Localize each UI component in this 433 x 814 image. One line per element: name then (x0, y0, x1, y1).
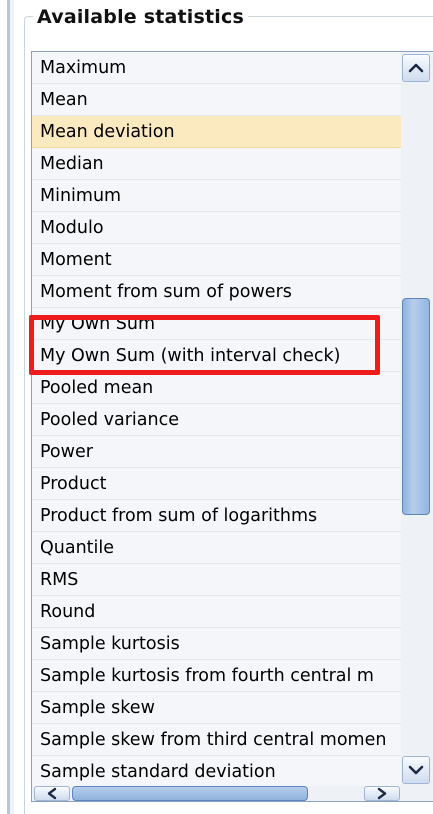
list-item[interactable]: Minimum (32, 180, 402, 212)
window-left-edge (0, 0, 14, 814)
list-item[interactable]: Quantile (32, 532, 402, 564)
list-item[interactable]: Pooled variance (32, 404, 402, 436)
chevron-down-icon (408, 765, 424, 775)
list-item[interactable]: Mean deviation (32, 116, 402, 148)
list-item[interactable]: Mean (32, 84, 402, 116)
list-item[interactable]: Moment (32, 244, 402, 276)
list-item[interactable]: Sample skew (32, 692, 402, 724)
list-item[interactable]: My Own Sum (32, 308, 402, 340)
list-item[interactable]: Product (32, 468, 402, 500)
statistics-panel: Available statistics Maximum Mean Mean dev… (0, 0, 433, 814)
groupbox-title: Available statistics (33, 6, 248, 28)
list-item[interactable]: Power (32, 436, 402, 468)
vertical-scrollbar[interactable] (401, 52, 433, 786)
list-item[interactable]: Sample kurtosis from fourth central m (32, 660, 402, 692)
statistics-list-items: Maximum Mean Mean deviation Median Minimum Mo… (32, 52, 402, 786)
chevron-left-icon (47, 787, 57, 800)
list-item[interactable]: Round (32, 596, 402, 628)
scroll-down-button[interactable] (402, 756, 430, 784)
list-item[interactable]: Product from sum of logarithms (32, 500, 402, 532)
list-item[interactable]: Pooled mean (32, 372, 402, 404)
chevron-up-icon (408, 63, 424, 73)
chevron-right-icon (377, 787, 387, 800)
scrollbar-corner (402, 786, 433, 801)
horizontal-scroll-thumb[interactable] (72, 786, 308, 801)
list-item[interactable]: Median (32, 148, 402, 180)
list-item[interactable]: RMS (32, 564, 402, 596)
list-item[interactable]: Maximum (32, 52, 402, 84)
vertical-scroll-thumb[interactable] (402, 298, 430, 515)
scroll-up-button[interactable] (402, 54, 430, 82)
scroll-left-button[interactable] (34, 786, 70, 801)
list-item[interactable]: Sample standard deviation (32, 756, 402, 786)
list-item[interactable]: Modulo (32, 212, 402, 244)
statistics-listbox[interactable]: Maximum Mean Mean deviation Median Minimum Mo… (31, 51, 433, 802)
list-item[interactable]: Sample kurtosis (32, 628, 402, 660)
list-item[interactable]: Moment from sum of powers (32, 276, 402, 308)
horizontal-scrollbar[interactable] (32, 786, 402, 801)
list-item[interactable]: My Own Sum (with interval check) (32, 340, 402, 372)
list-item[interactable]: Sample skew from third central momen (32, 724, 402, 756)
scroll-right-button[interactable] (364, 786, 400, 801)
